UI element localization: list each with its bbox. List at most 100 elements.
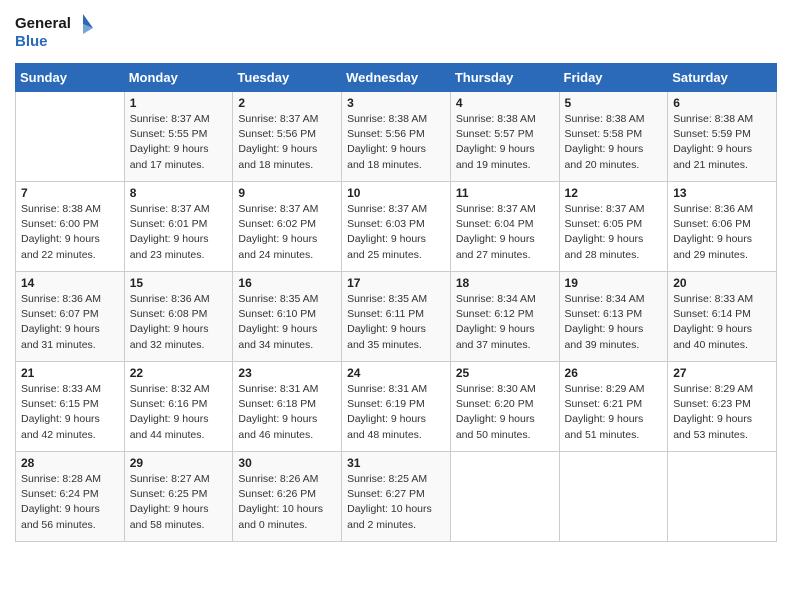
day-info: Sunrise: 8:27 AMSunset: 6:25 PMDaylight:… xyxy=(130,472,228,533)
calendar-cell: 20 Sunrise: 8:33 AMSunset: 6:14 PMDayligh… xyxy=(668,272,777,362)
day-number: 12 xyxy=(565,186,663,200)
day-number: 26 xyxy=(565,366,663,380)
day-info: Sunrise: 8:26 AMSunset: 6:26 PMDaylight:… xyxy=(238,472,336,533)
calendar-cell: 8Sunrise: 8:37 AMSunset: 6:01 PMDaylight… xyxy=(124,182,233,272)
calendar-cell: 16 Sunrise: 8:35 AMSunset: 6:10 PMDayligh… xyxy=(233,272,342,362)
svg-text:Blue: Blue xyxy=(15,33,48,50)
day-number: 16 xyxy=(238,276,336,290)
day-header-saturday: Saturday xyxy=(668,64,777,92)
day-number: 11 xyxy=(456,186,554,200)
calendar-cell: 13 Sunrise: 8:36 AMSunset: 6:06 PMDayligh… xyxy=(668,182,777,272)
calendar-cell: 28 Sunrise: 8:28 AMSunset: 6:24 PMDayligh… xyxy=(16,452,125,542)
day-header-thursday: Thursday xyxy=(450,64,559,92)
svg-text:General: General xyxy=(15,15,71,32)
calendar-cell: 1 Sunrise: 8:37 AMSunset: 5:55 PMDaylight… xyxy=(124,92,233,182)
calendar-table: SundayMondayTuesdayWednesdayThursdayFrid… xyxy=(15,63,777,542)
day-number: 23 xyxy=(238,366,336,380)
day-info: Sunrise: 8:36 AMSunset: 6:06 PMDaylight:… xyxy=(673,202,771,263)
day-info: Sunrise: 8:33 AMSunset: 6:15 PMDaylight:… xyxy=(21,382,119,443)
day-number: 5 xyxy=(565,96,663,110)
day-info: Sunrise: 8:32 AMSunset: 6:16 PMDaylight:… xyxy=(130,382,228,443)
day-info: Sunrise: 8:38 AMSunset: 5:56 PMDaylight:… xyxy=(347,112,445,173)
day-info: Sunrise: 8:36 AMSunset: 6:08 PMDaylight:… xyxy=(130,292,228,353)
day-number: 22 xyxy=(130,366,228,380)
calendar-week-4: 21 Sunrise: 8:33 AMSunset: 6:15 PMDayligh… xyxy=(16,362,777,452)
calendar-cell xyxy=(559,452,668,542)
calendar-cell: 15Sunrise: 8:36 AMSunset: 6:08 PMDayligh… xyxy=(124,272,233,362)
calendar-cell: 12 Sunrise: 8:37 AMSunset: 6:05 PMDayligh… xyxy=(559,182,668,272)
day-info: Sunrise: 8:37 AMSunset: 6:04 PMDaylight:… xyxy=(456,202,554,263)
calendar-cell: 30 Sunrise: 8:26 AMSunset: 6:26 PMDayligh… xyxy=(233,452,342,542)
calendar-cell: 7 Sunrise: 8:38 AMSunset: 6:00 PMDaylight… xyxy=(16,182,125,272)
day-number: 30 xyxy=(238,456,336,470)
calendar-cell: 19 Sunrise: 8:34 AMSunset: 6:13 PMDayligh… xyxy=(559,272,668,362)
day-info: Sunrise: 8:35 AMSunset: 6:10 PMDaylight:… xyxy=(238,292,336,353)
page-header: General Blue xyxy=(15,10,777,55)
calendar-header-row: SundayMondayTuesdayWednesdayThursdayFrid… xyxy=(16,64,777,92)
calendar-cell: 11 Sunrise: 8:37 AMSunset: 6:04 PMDayligh… xyxy=(450,182,559,272)
day-number: 31 xyxy=(347,456,445,470)
day-number: 6 xyxy=(673,96,771,110)
day-number: 29 xyxy=(130,456,228,470)
calendar-cell: 26 Sunrise: 8:29 AMSunset: 6:21 PMDayligh… xyxy=(559,362,668,452)
calendar-cell xyxy=(16,92,125,182)
day-info: Sunrise: 8:36 AMSunset: 6:07 PMDaylight:… xyxy=(21,292,119,353)
day-number: 24 xyxy=(347,366,445,380)
calendar-cell: 31Sunrise: 8:25 AMSunset: 6:27 PMDayligh… xyxy=(342,452,451,542)
day-info: Sunrise: 8:38 AMSunset: 6:00 PMDaylight:… xyxy=(21,202,119,263)
day-number: 10 xyxy=(347,186,445,200)
day-number: 13 xyxy=(673,186,771,200)
day-number: 28 xyxy=(21,456,119,470)
day-info: Sunrise: 8:31 AMSunset: 6:18 PMDaylight:… xyxy=(238,382,336,443)
day-number: 2 xyxy=(238,96,336,110)
day-number: 14 xyxy=(21,276,119,290)
calendar-cell: 25Sunrise: 8:30 AMSunset: 6:20 PMDayligh… xyxy=(450,362,559,452)
day-info: Sunrise: 8:37 AMSunset: 5:56 PMDaylight:… xyxy=(238,112,336,173)
day-number: 17 xyxy=(347,276,445,290)
calendar-cell: 27 Sunrise: 8:29 AMSunset: 6:23 PMDayligh… xyxy=(668,362,777,452)
day-info: Sunrise: 8:38 AMSunset: 5:59 PMDaylight:… xyxy=(673,112,771,173)
calendar-cell: 22 Sunrise: 8:32 AMSunset: 6:16 PMDayligh… xyxy=(124,362,233,452)
day-info: Sunrise: 8:37 AMSunset: 5:55 PMDaylight:… xyxy=(130,112,228,173)
day-number: 27 xyxy=(673,366,771,380)
calendar-cell: 5 Sunrise: 8:38 AMSunset: 5:58 PMDaylight… xyxy=(559,92,668,182)
day-header-tuesday: Tuesday xyxy=(233,64,342,92)
day-info: Sunrise: 8:35 AMSunset: 6:11 PMDaylight:… xyxy=(347,292,445,353)
calendar-cell: 21 Sunrise: 8:33 AMSunset: 6:15 PMDayligh… xyxy=(16,362,125,452)
calendar-cell: 6 Sunrise: 8:38 AMSunset: 5:59 PMDaylight… xyxy=(668,92,777,182)
logo-svg: General Blue xyxy=(15,10,95,55)
calendar-cell: 4Sunrise: 8:38 AMSunset: 5:57 PMDaylight… xyxy=(450,92,559,182)
calendar-cell: 24Sunrise: 8:31 AMSunset: 6:19 PMDayligh… xyxy=(342,362,451,452)
calendar-cell: 18 Sunrise: 8:34 AMSunset: 6:12 PMDayligh… xyxy=(450,272,559,362)
calendar-cell: 3Sunrise: 8:38 AMSunset: 5:56 PMDaylight… xyxy=(342,92,451,182)
calendar-week-3: 14 Sunrise: 8:36 AMSunset: 6:07 PMDayligh… xyxy=(16,272,777,362)
calendar-week-5: 28 Sunrise: 8:28 AMSunset: 6:24 PMDayligh… xyxy=(16,452,777,542)
day-number: 19 xyxy=(565,276,663,290)
calendar-cell: 23 Sunrise: 8:31 AMSunset: 6:18 PMDayligh… xyxy=(233,362,342,452)
day-info: Sunrise: 8:34 AMSunset: 6:12 PMDaylight:… xyxy=(456,292,554,353)
day-number: 20 xyxy=(673,276,771,290)
day-info: Sunrise: 8:37 AMSunset: 6:01 PMDaylight:… xyxy=(130,202,228,263)
day-info: Sunrise: 8:28 AMSunset: 6:24 PMDaylight:… xyxy=(21,472,119,533)
day-info: Sunrise: 8:29 AMSunset: 6:21 PMDaylight:… xyxy=(565,382,663,443)
day-info: Sunrise: 8:34 AMSunset: 6:13 PMDaylight:… xyxy=(565,292,663,353)
day-number: 7 xyxy=(21,186,119,200)
day-info: Sunrise: 8:37 AMSunset: 6:03 PMDaylight:… xyxy=(347,202,445,263)
day-info: Sunrise: 8:29 AMSunset: 6:23 PMDaylight:… xyxy=(673,382,771,443)
logo: General Blue xyxy=(15,10,95,55)
day-header-monday: Monday xyxy=(124,64,233,92)
calendar-cell: 9Sunrise: 8:37 AMSunset: 6:02 PMDaylight… xyxy=(233,182,342,272)
day-number: 1 xyxy=(130,96,228,110)
day-number: 21 xyxy=(21,366,119,380)
calendar-cell: 2 Sunrise: 8:37 AMSunset: 5:56 PMDaylight… xyxy=(233,92,342,182)
calendar-week-2: 7 Sunrise: 8:38 AMSunset: 6:00 PMDaylight… xyxy=(16,182,777,272)
day-info: Sunrise: 8:37 AMSunset: 6:05 PMDaylight:… xyxy=(565,202,663,263)
day-info: Sunrise: 8:37 AMSunset: 6:02 PMDaylight:… xyxy=(238,202,336,263)
calendar-cell: 10 Sunrise: 8:37 AMSunset: 6:03 PMDayligh… xyxy=(342,182,451,272)
day-header-friday: Friday xyxy=(559,64,668,92)
calendar-cell: 14 Sunrise: 8:36 AMSunset: 6:07 PMDayligh… xyxy=(16,272,125,362)
day-info: Sunrise: 8:38 AMSunset: 5:58 PMDaylight:… xyxy=(565,112,663,173)
day-info: Sunrise: 8:33 AMSunset: 6:14 PMDaylight:… xyxy=(673,292,771,353)
calendar-cell: 29 Sunrise: 8:27 AMSunset: 6:25 PMDayligh… xyxy=(124,452,233,542)
day-number: 18 xyxy=(456,276,554,290)
